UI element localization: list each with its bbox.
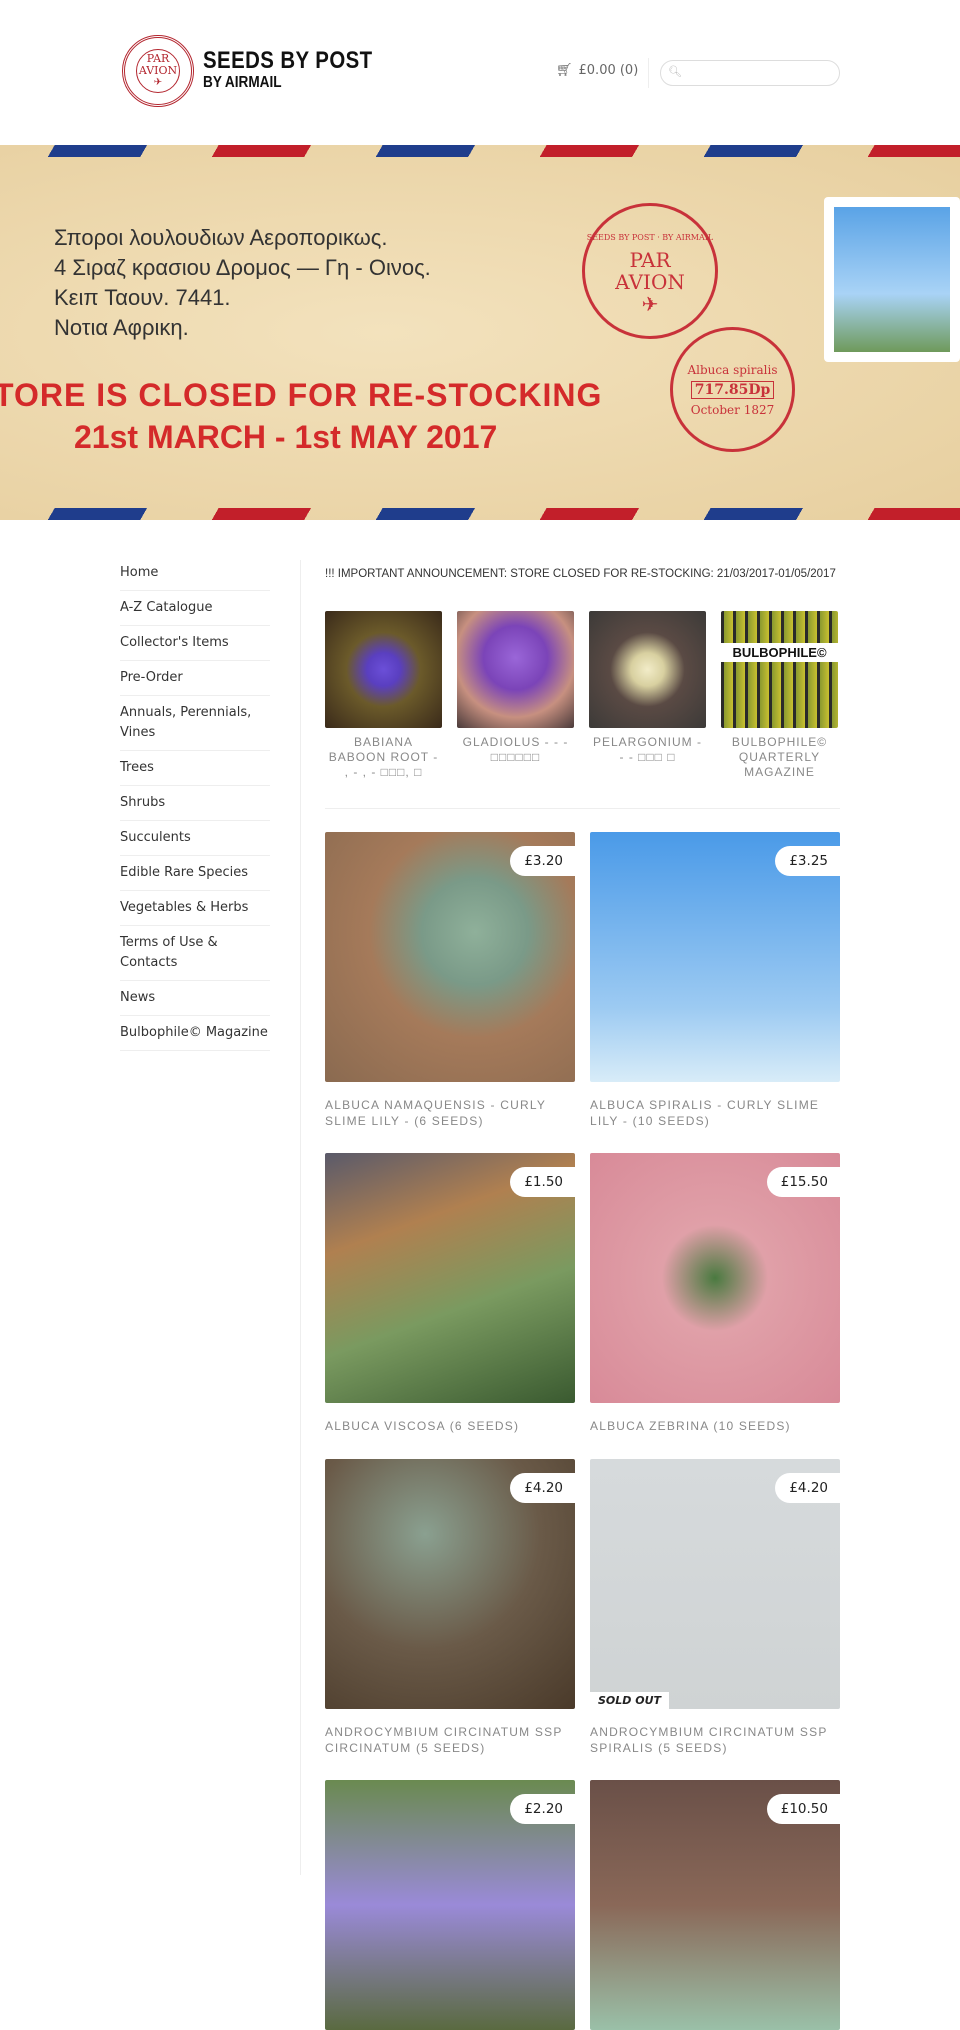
airmail-stripe: [0, 508, 960, 520]
stamp-value: 717.85Dp: [690, 380, 775, 399]
stamp-text: October 1827: [690, 402, 775, 417]
search-input[interactable]: [660, 60, 840, 86]
product-image[interactable]: £1.50: [325, 1153, 575, 1403]
featured-caption[interactable]: PELARGONIUM - - - □□□ □: [589, 735, 706, 765]
product-card[interactable]: £10.50: [590, 1780, 840, 2030]
announcement: !!! IMPORTANT ANNOUNCEMENT: STORE CLOSED…: [325, 568, 836, 580]
product-card[interactable]: £4.20 ANDROCYMBIUM CIRCINATUM SSP CIRCINA…: [325, 1459, 575, 1756]
product-image[interactable]: £3.20: [325, 832, 575, 1082]
brand-name[interactable]: SEEDS BY POST BY AIRMAIL: [203, 48, 373, 92]
featured-caption[interactable]: GLADIOLUS - - - □□□□□□: [457, 735, 574, 765]
stamp-text: AVION: [615, 270, 685, 294]
featured-image[interactable]: [457, 611, 574, 728]
product-image[interactable]: £10.50: [590, 1780, 840, 2030]
sidebar-nav: Home A-Z Catalogue Collector's Items Pre-Or…: [120, 556, 270, 1051]
price-badge: £3.25: [775, 846, 840, 876]
featured-item[interactable]: BULBOPHILE© BULBOPHILE© QUARTERLY MAGAZIN…: [721, 611, 838, 780]
banner-address: Σποροι λουλουδιων Αεροπορικως. 4 Σιραζ κ…: [54, 223, 431, 343]
price-badge: £4.20: [775, 1473, 840, 1503]
brand-subtitle: BY AIRMAIL: [203, 74, 282, 91]
sidebar-item-succulents[interactable]: Succulents: [120, 821, 270, 856]
sidebar-item-a-z-catalogue[interactable]: A-Z Catalogue: [120, 591, 270, 626]
featured-image[interactable]: BULBOPHILE©: [721, 611, 838, 728]
product-card[interactable]: £3.25 ALBUCA SPIRALIS - CURLY SLIME LILY …: [590, 832, 840, 1129]
sidebar-item-news[interactable]: News: [120, 981, 270, 1016]
price-badge: £4.20: [510, 1473, 575, 1503]
search-icon: 🔍︎: [668, 65, 682, 78]
product-title[interactable]: ALBUCA SPIRALIS - CURLY SLIME LILY - (10…: [590, 1097, 840, 1129]
featured-item[interactable]: PELARGONIUM - - - □□□ □: [589, 611, 706, 765]
sidebar-item-edible-rare-species[interactable]: Edible Rare Species: [120, 856, 270, 891]
price-badge: £1.50: [510, 1167, 575, 1197]
divider: [300, 560, 301, 1875]
product-title[interactable]: ALBUCA NAMAQUENSIS - CURLY SLIME LILY - …: [325, 1097, 575, 1129]
product-title[interactable]: ANDROCYMBIUM CIRCINATUM SSP SPIRALIS (5 …: [590, 1724, 840, 1756]
cart-total: £0.00 (0): [578, 63, 639, 78]
divider: [325, 808, 840, 809]
sidebar-item-collector-s-items[interactable]: Collector's Items: [120, 626, 270, 661]
plane-icon: ✈: [153, 77, 163, 88]
price-badge: £2.20: [510, 1794, 575, 1824]
stamp-ring-text: SEEDS BY POST · BY AIRMAIL: [586, 233, 714, 242]
sidebar-item-pre-order[interactable]: Pre-Order: [120, 661, 270, 696]
logo-text: AVION: [138, 64, 178, 77]
plane-icon: ✈: [641, 292, 659, 316]
price-badge: £3.20: [510, 846, 575, 876]
sidebar-item-shrubs[interactable]: Shrubs: [120, 786, 270, 821]
product-title[interactable]: ALBUCA VISCOSA (6 SEEDS): [325, 1418, 575, 1434]
postage-stamp: [824, 197, 960, 362]
product-title[interactable]: ANDROCYMBIUM CIRCINATUM SSP CIRCINATUM (…: [325, 1724, 575, 1756]
featured-item[interactable]: GLADIOLUS - - - □□□□□□: [457, 611, 574, 765]
product-card[interactable]: £4.20 SOLD OUT ANDROCYMBIUM CIRCINATUM SSP…: [590, 1459, 840, 1756]
featured-item[interactable]: BABIANA BABOON ROOT - , - , - □□□, □: [325, 611, 442, 780]
sidebar-item-terms-of-use-contacts[interactable]: Terms of Use & Contacts: [120, 926, 270, 981]
address-line: 4 Σιραζ κρασιου Δρομος — Γη - Οινος.: [54, 255, 431, 280]
product-image[interactable]: £4.20: [325, 1459, 575, 1709]
brand-title: SEEDS BY POST: [203, 47, 373, 74]
product-image[interactable]: £2.20: [325, 1780, 575, 2030]
par-avion-stamp: SEEDS BY POST · BY AIRMAIL PAR AVION ✈: [582, 203, 718, 339]
hero-banner: Σποροι λουλουδιων Αεροπορικως. 4 Σιραζ κ…: [0, 145, 960, 520]
product-card[interactable]: £15.50 ALBUCA ZEBRINA (10 SEEDS): [590, 1153, 840, 1434]
sidebar-item-home[interactable]: Home: [120, 556, 270, 591]
featured-caption[interactable]: BULBOPHILE© QUARTERLY MAGAZINE: [721, 735, 838, 780]
product-title[interactable]: ALBUCA ZEBRINA (10 SEEDS): [590, 1418, 840, 1434]
price-badge: £15.50: [766, 1167, 840, 1197]
product-card[interactable]: £1.50 ALBUCA VISCOSA (6 SEEDS): [325, 1153, 575, 1434]
product-image[interactable]: £3.25: [590, 832, 840, 1082]
product-image[interactable]: £4.20 SOLD OUT: [590, 1459, 840, 1709]
magazine-title: BULBOPHILE©: [721, 643, 838, 662]
cart-icon: 🛒︎: [556, 63, 573, 78]
closed-dates: 21st MARCH - 1st MAY 2017: [74, 419, 498, 455]
address-line: Νοτια Αφρικη.: [54, 315, 189, 340]
airmail-stripe: [0, 145, 960, 157]
stamp-text: Albuca spiralis: [687, 362, 778, 377]
address-line: Κειπ Ταουν. 7441.: [54, 285, 231, 310]
price-badge: £10.50: [766, 1794, 840, 1824]
stamp-text: PAR: [629, 248, 671, 272]
cart-link[interactable]: 🛒︎ £0.00 (0): [556, 63, 638, 78]
product-card[interactable]: £2.20: [325, 1780, 575, 2030]
product-card[interactable]: £3.20 ALBUCA NAMAQUENSIS - CURLY SLIME LI…: [325, 832, 575, 1129]
featured-caption[interactable]: BABIANA BABOON ROOT - , - , - □□□, □: [325, 735, 442, 780]
product-image[interactable]: £15.50: [590, 1153, 840, 1403]
featured-image[interactable]: [325, 611, 442, 728]
sidebar-item-vegetables-herbs[interactable]: Vegetables & Herbs: [120, 891, 270, 926]
logo[interactable]: PAR AVION ✈: [122, 35, 194, 107]
closed-notice: TORE IS CLOSED FOR RE-STOCKING: [0, 377, 603, 413]
postmark-stamp: Albuca spiralis 717.85Dp October 1827: [670, 327, 795, 452]
divider: [648, 58, 649, 88]
sidebar-item-bulbophile-magazine[interactable]: Bulbophile© Magazine: [120, 1016, 270, 1051]
sidebar-item-annuals-perennials-vines[interactable]: Annuals, Perennials, Vines: [120, 696, 270, 751]
sold-out-badge: SOLD OUT: [590, 1692, 670, 1709]
address-line: Σποροι λουλουδιων Αεροπορικως.: [54, 225, 388, 250]
sidebar-item-trees[interactable]: Trees: [120, 751, 270, 786]
featured-image[interactable]: [589, 611, 706, 728]
